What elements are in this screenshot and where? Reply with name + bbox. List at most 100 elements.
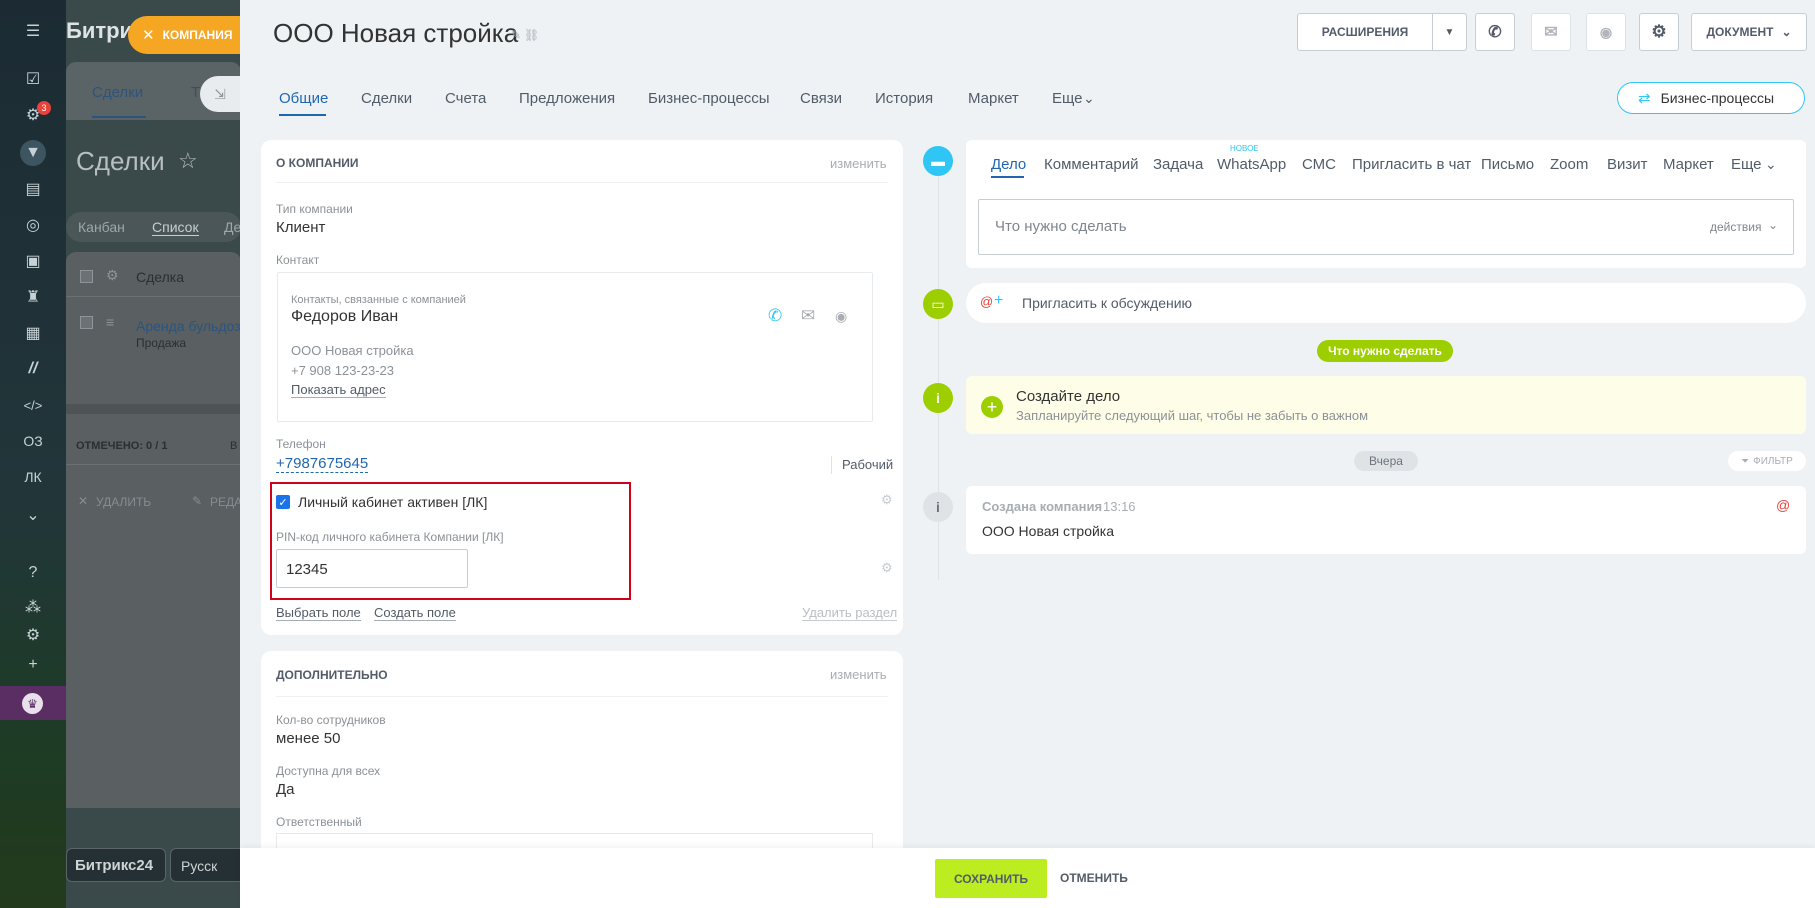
chevron-down-icon[interactable]: ⌄ <box>20 502 46 528</box>
todo-actions[interactable]: действия <box>1710 220 1761 234</box>
extensions-button[interactable]: РАСШИРЕНИЯ <box>1297 13 1433 51</box>
create-field-link[interactable]: Создать поле <box>374 605 456 621</box>
bg-footer-lang: Русск <box>170 848 241 882</box>
brand-logo: Битри <box>66 18 134 43</box>
document-button[interactable]: ДОКУМЕНТ ⌄ <box>1691 13 1807 51</box>
tl-tab-zoom[interactable]: Zoom <box>1550 156 1588 173</box>
bg-row-subtitle: Продажа <box>136 336 187 350</box>
tab-quotes[interactable]: Предложения <box>519 90 615 107</box>
structure-icon[interactable]: ⁂ <box>20 594 46 620</box>
sidebar-item-oz[interactable]: ОЗ <box>20 428 46 454</box>
save-button[interactable]: СОХРАНИТЬ <box>935 859 1047 898</box>
code-icon[interactable]: </> <box>20 392 46 418</box>
tab-business-processes[interactable]: Бизнес-процессы <box>648 90 770 107</box>
show-address-label: Показать адрес <box>291 382 386 398</box>
tasks-icon[interactable]: ☑ <box>20 66 46 92</box>
tl-tab-market[interactable]: Маркет <box>1663 156 1714 173</box>
tab-market[interactable]: Маркет <box>968 90 1019 107</box>
todo-input[interactable]: Что нужно сделать действия ⌄ <box>978 199 1794 255</box>
minimize-icon[interactable]: ⇲ <box>200 76 240 112</box>
sidebar-item-lk[interactable]: ЛК <box>20 464 46 490</box>
cancel-button[interactable]: ОТМЕНИТЬ <box>1060 871 1128 885</box>
box-icon[interactable]: ▦ <box>20 320 46 346</box>
crm-icon[interactable]: ▼ <box>20 140 46 166</box>
chevron-down-icon: ⌄ <box>1768 218 1779 232</box>
bg-footer-brand-text: Битрикс24 <box>75 857 154 874</box>
field-gear-icon[interactable]: ⚙ <box>881 560 893 576</box>
link-icon[interactable]: ⛓ <box>524 28 539 42</box>
create-activity-title: Создайте дело <box>1016 388 1121 405</box>
phone-icon[interactable]: ✆ <box>1475 13 1515 51</box>
contact-phone[interactable]: +7 908 123-23-23 <box>291 363 394 378</box>
info-icon: i <box>923 492 953 522</box>
delete-section-label: Удалить раздел <box>802 605 898 621</box>
notification-badge: 3 <box>37 101 51 115</box>
tl-tab-comment[interactable]: Комментарий <box>1044 156 1138 173</box>
about-edit-link[interactable]: изменить <box>830 156 887 171</box>
tl-tab-visit[interactable]: Визит <box>1607 156 1648 173</box>
bg-view-list: Список <box>152 219 199 236</box>
tl-tab-invite-chat[interactable]: Пригласить в чат <box>1352 156 1471 173</box>
tab-general[interactable]: Общие <box>279 90 328 107</box>
target-icon[interactable]: ◎ <box>20 212 46 238</box>
contact-phone-icon[interactable]: ✆ <box>768 306 782 326</box>
gear-icon[interactable]: ⚙ <box>1639 13 1679 51</box>
mail-icon[interactable]: ✉ <box>1531 13 1571 51</box>
tl-tab-whatsapp[interactable]: WhatsApp <box>1217 156 1286 173</box>
create-activity-card[interactable]: + Создайте дело Запланируйте следующий ш… <box>966 376 1806 434</box>
bg-col-deal: Сделка <box>136 269 184 285</box>
tab-relations[interactable]: Связи <box>800 90 842 107</box>
contact-card-icon[interactable]: ▣ <box>20 248 46 274</box>
bg-page-title: Сделки <box>76 146 165 176</box>
invite-discussion[interactable]: @ + Пригласить к обсуждению <box>966 283 1806 323</box>
filter-button[interactable]: ⏷ ФИЛЬТР <box>1728 451 1806 471</box>
tab-deals[interactable]: Сделки <box>361 90 412 107</box>
contact-company: ООО Новая стройка <box>291 343 414 358</box>
select-field-link[interactable]: Выбрать поле <box>276 605 361 621</box>
tl-tab-more[interactable]: Еще <box>1731 156 1762 173</box>
menu-icon[interactable]: ☰ <box>20 18 46 44</box>
additional-edit-link[interactable]: изменить <box>830 667 887 682</box>
tl-tab-task[interactable]: Дело <box>991 156 1026 173</box>
tab-invoices[interactable]: Счета <box>445 90 486 107</box>
company-slider: ООО Новая стройка ✎ ⛓ РАСШИРЕНИЯ ▼ ✆ ✉ ◉… <box>240 0 1815 908</box>
tl-tab-email[interactable]: Письмо <box>1481 156 1534 173</box>
tl-tab-sms[interactable]: СМС <box>1302 156 1336 173</box>
phone-value[interactable]: +7987675645 <box>276 455 369 473</box>
contact-mail-icon[interactable]: ✉ <box>801 306 815 326</box>
bg-grid: ⚙ Сделка ≡ Аренда бульдоз Продажа ОТМЕЧЕ… <box>66 252 241 808</box>
chat-icon[interactable]: ◉ <box>1586 13 1626 51</box>
pin-input[interactable]: 12345 <box>276 549 468 588</box>
extensions-dropdown-icon[interactable]: ▼ <box>1432 13 1467 51</box>
settings-icon[interactable]: ⚙ <box>20 622 46 648</box>
footer-bar: СОХРАНИТЬ ОТМЕНИТЬ <box>240 848 1815 908</box>
history-item-title: Создана компания <box>982 499 1103 514</box>
calendar-icon[interactable]: ▤ <box>20 176 46 202</box>
plus-icon: + <box>994 292 1004 309</box>
bg-tab-underline <box>92 116 146 118</box>
pencil-icon[interactable]: ✎ <box>511 28 521 42</box>
sidebar-active-item[interactable]: ♛ <box>0 686 66 720</box>
company-chip[interactable]: ✕ КОМПАНИЯ <box>128 16 240 54</box>
robot-icon[interactable]: ♜ <box>20 284 46 310</box>
add-icon[interactable]: + <box>981 396 1003 418</box>
contact-label: Контакт <box>276 253 320 267</box>
close-icon[interactable]: ✕ <box>142 26 155 44</box>
contact-name[interactable]: Федоров Иван <box>291 308 398 326</box>
business-processes-button[interactable]: ⇄ Бизнес-процессы <box>1617 82 1805 114</box>
tl-tab-todo[interactable]: Задача <box>1153 156 1203 173</box>
chevron-down-icon: ⌄ <box>1083 90 1095 106</box>
help-icon[interactable]: ? <box>20 560 46 586</box>
tab-history[interactable]: История <box>875 90 933 107</box>
chevron-down-icon: ⌄ <box>1781 25 1792 39</box>
show-address-link[interactable]: Показать адрес <box>291 382 386 398</box>
contact-chat-icon[interactable]: ◉ <box>835 308 847 325</box>
sites-icon[interactable]: // <box>20 356 46 382</box>
select-field-label: Выбрать поле <box>276 605 361 621</box>
add-icon[interactable]: + <box>20 652 46 678</box>
tab-more[interactable]: Еще <box>1052 90 1083 107</box>
delete-section-link[interactable]: Удалить раздел <box>802 605 898 621</box>
field-gear-icon[interactable]: ⚙ <box>881 492 893 508</box>
cabinet-checkbox[interactable]: ✓ <box>276 495 290 509</box>
phone-label: Телефон <box>276 437 326 451</box>
